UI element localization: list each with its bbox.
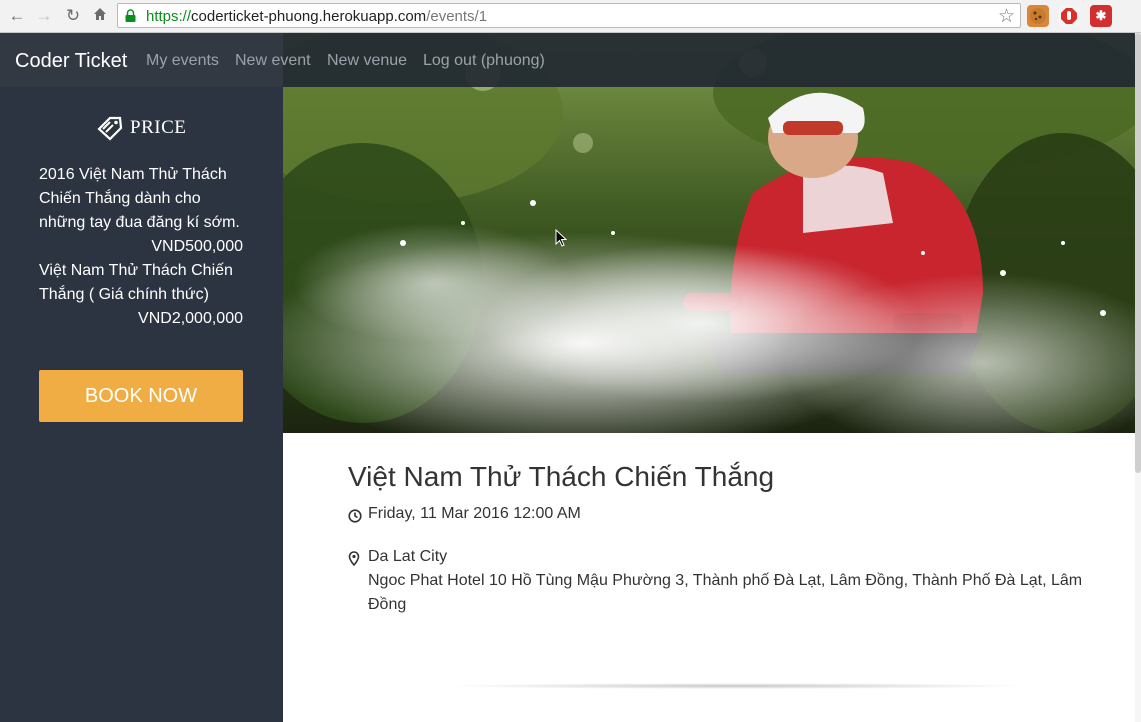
lastpass-extension-icon[interactable]: ✱ xyxy=(1090,5,1112,27)
ticket-type-name: Việt Nam Thử Thách Chiến Thắng ( Giá chí… xyxy=(39,262,233,303)
section-divider xyxy=(443,683,1031,689)
url-path: /events/1 xyxy=(426,8,488,25)
site-navbar: Coder Ticket My events New event New ven… xyxy=(0,33,1135,87)
mouse-cursor-icon xyxy=(555,229,567,247)
ticket-type-price: VND500,000 xyxy=(151,238,243,255)
forward-arrow-icon[interactable]: → xyxy=(33,5,55,27)
map-marker-icon xyxy=(348,545,368,617)
ticket-type-price: VND2,000,000 xyxy=(138,310,243,327)
nav-link-log-out[interactable]: Log out (phuong) xyxy=(423,52,545,70)
adblock-extension-icon[interactable] xyxy=(1058,5,1080,27)
nav-link-my-events[interactable]: My events xyxy=(146,52,219,70)
back-arrow-icon[interactable]: ← xyxy=(6,5,28,27)
venue-name: Da Lat City xyxy=(368,548,448,565)
venue-address: Ngoc Phat Hotel 10 Hồ Tùng Mậu Phường 3,… xyxy=(368,572,1083,613)
url-text[interactable]: https://coderticket-phuong.herokuapp.com… xyxy=(146,8,487,25)
event-details: Việt Nam Thử Thách Chiến Thắng Friday, 1… xyxy=(283,433,1135,722)
event-hero-image xyxy=(283,33,1135,433)
url-host: coderticket-phuong.herokuapp.com xyxy=(191,8,427,25)
nav-link-new-event[interactable]: New event xyxy=(235,52,311,70)
reload-icon[interactable]: ↻ xyxy=(62,5,84,27)
cookie-extension-icon[interactable] xyxy=(1027,5,1049,27)
bookmark-star-icon[interactable]: ☆ xyxy=(998,5,1015,28)
lock-icon xyxy=(125,9,136,22)
home-icon[interactable] xyxy=(89,5,111,27)
browser-toolbar: ← → ↻ https://coderticket-phuong.herokua… xyxy=(0,0,1141,33)
brand-logo-link[interactable]: Coder Ticket xyxy=(15,50,127,73)
ticket-type-name: 2016 Việt Nam Thử Thách Chiến Thắng dành… xyxy=(39,166,240,231)
ticket-type-item: Việt Nam Thử Thách Chiến Thắng ( Giá chí… xyxy=(39,259,243,331)
clock-icon xyxy=(348,502,368,531)
nav-link-new-venue[interactable]: New venue xyxy=(327,52,407,70)
page-scrollbar[interactable] xyxy=(1135,33,1141,722)
price-sidebar: PRICE 2016 Việt Nam Thử Thách Chiến Thắn… xyxy=(0,87,283,722)
event-datetime-row: Friday, 11 Mar 2016 12:00 AM xyxy=(348,502,581,531)
address-bar[interactable]: https://coderticket-phuong.herokuapp.com… xyxy=(117,3,1021,28)
book-now-button[interactable]: BOOK NOW xyxy=(39,370,243,422)
event-datetime: Friday, 11 Mar 2016 12:00 AM xyxy=(368,505,581,522)
price-heading-text: PRICE xyxy=(130,117,187,138)
url-scheme: https:// xyxy=(146,8,192,25)
event-venue-row: Da Lat City Ngoc Phat Hotel 10 Hồ Tùng M… xyxy=(348,545,1108,617)
ticket-type-item: 2016 Việt Nam Thử Thách Chiến Thắng dành… xyxy=(39,163,243,259)
scrollbar-thumb[interactable] xyxy=(1135,33,1141,473)
event-title: Việt Nam Thử Thách Chiến Thắng xyxy=(348,461,775,492)
ticket-tag-icon xyxy=(97,116,123,141)
price-heading: PRICE xyxy=(96,115,186,141)
